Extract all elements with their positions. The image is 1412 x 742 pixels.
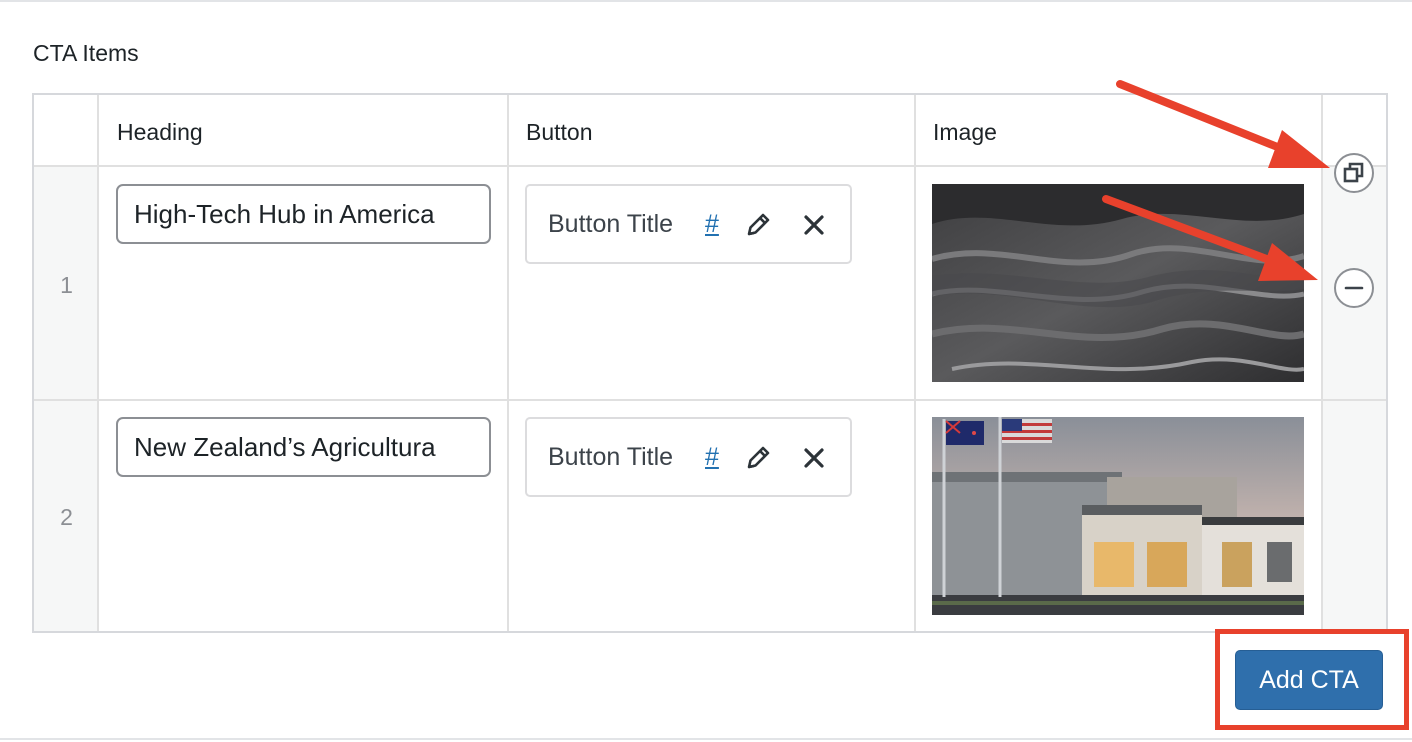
field-label: CTA Items [33, 40, 139, 66]
image-prolant-building-with-flags[interactable] [932, 417, 1304, 615]
duplicate-icon [1343, 162, 1364, 183]
top-divider [0, 0, 1412, 4]
column-divider [507, 95, 509, 631]
cta-repeater-table: Heading Button Image 1 High-Tech Hub in … [32, 93, 1388, 633]
row-order-number[interactable]: 2 [34, 504, 99, 531]
pencil-icon[interactable] [741, 208, 775, 242]
heading-input[interactable]: High-Tech Hub in America [116, 184, 491, 244]
column-divider [914, 95, 916, 631]
close-icon[interactable] [797, 441, 831, 475]
annotation-highlight-box [1215, 629, 1409, 730]
button-link-field: Button Title # [525, 417, 852, 497]
minus-circle-icon [1344, 286, 1364, 290]
remove-row-button[interactable] [1334, 268, 1374, 308]
link-title: Button Title [548, 210, 674, 238]
link-url[interactable]: # [705, 210, 719, 239]
row-order-number[interactable]: 1 [34, 272, 99, 299]
bottom-divider [0, 738, 1412, 742]
table-header: Heading Button Image [99, 95, 1321, 167]
column-header-image: Image [933, 119, 997, 145]
row-divider [34, 399, 1386, 401]
duplicate-row-button[interactable] [1334, 153, 1374, 193]
header-order-cell [34, 95, 99, 167]
close-icon[interactable] [797, 208, 831, 242]
link-title: Button Title [548, 443, 674, 471]
button-link-field: Button Title # [525, 184, 852, 264]
column-header-button: Button [526, 119, 593, 145]
heading-input[interactable]: New Zealand’s Agricultura [116, 417, 491, 477]
image-black-sand-dunes[interactable] [932, 184, 1304, 382]
link-url[interactable]: # [705, 443, 719, 472]
column-header-heading: Heading [117, 119, 203, 145]
pencil-icon[interactable] [741, 441, 775, 475]
